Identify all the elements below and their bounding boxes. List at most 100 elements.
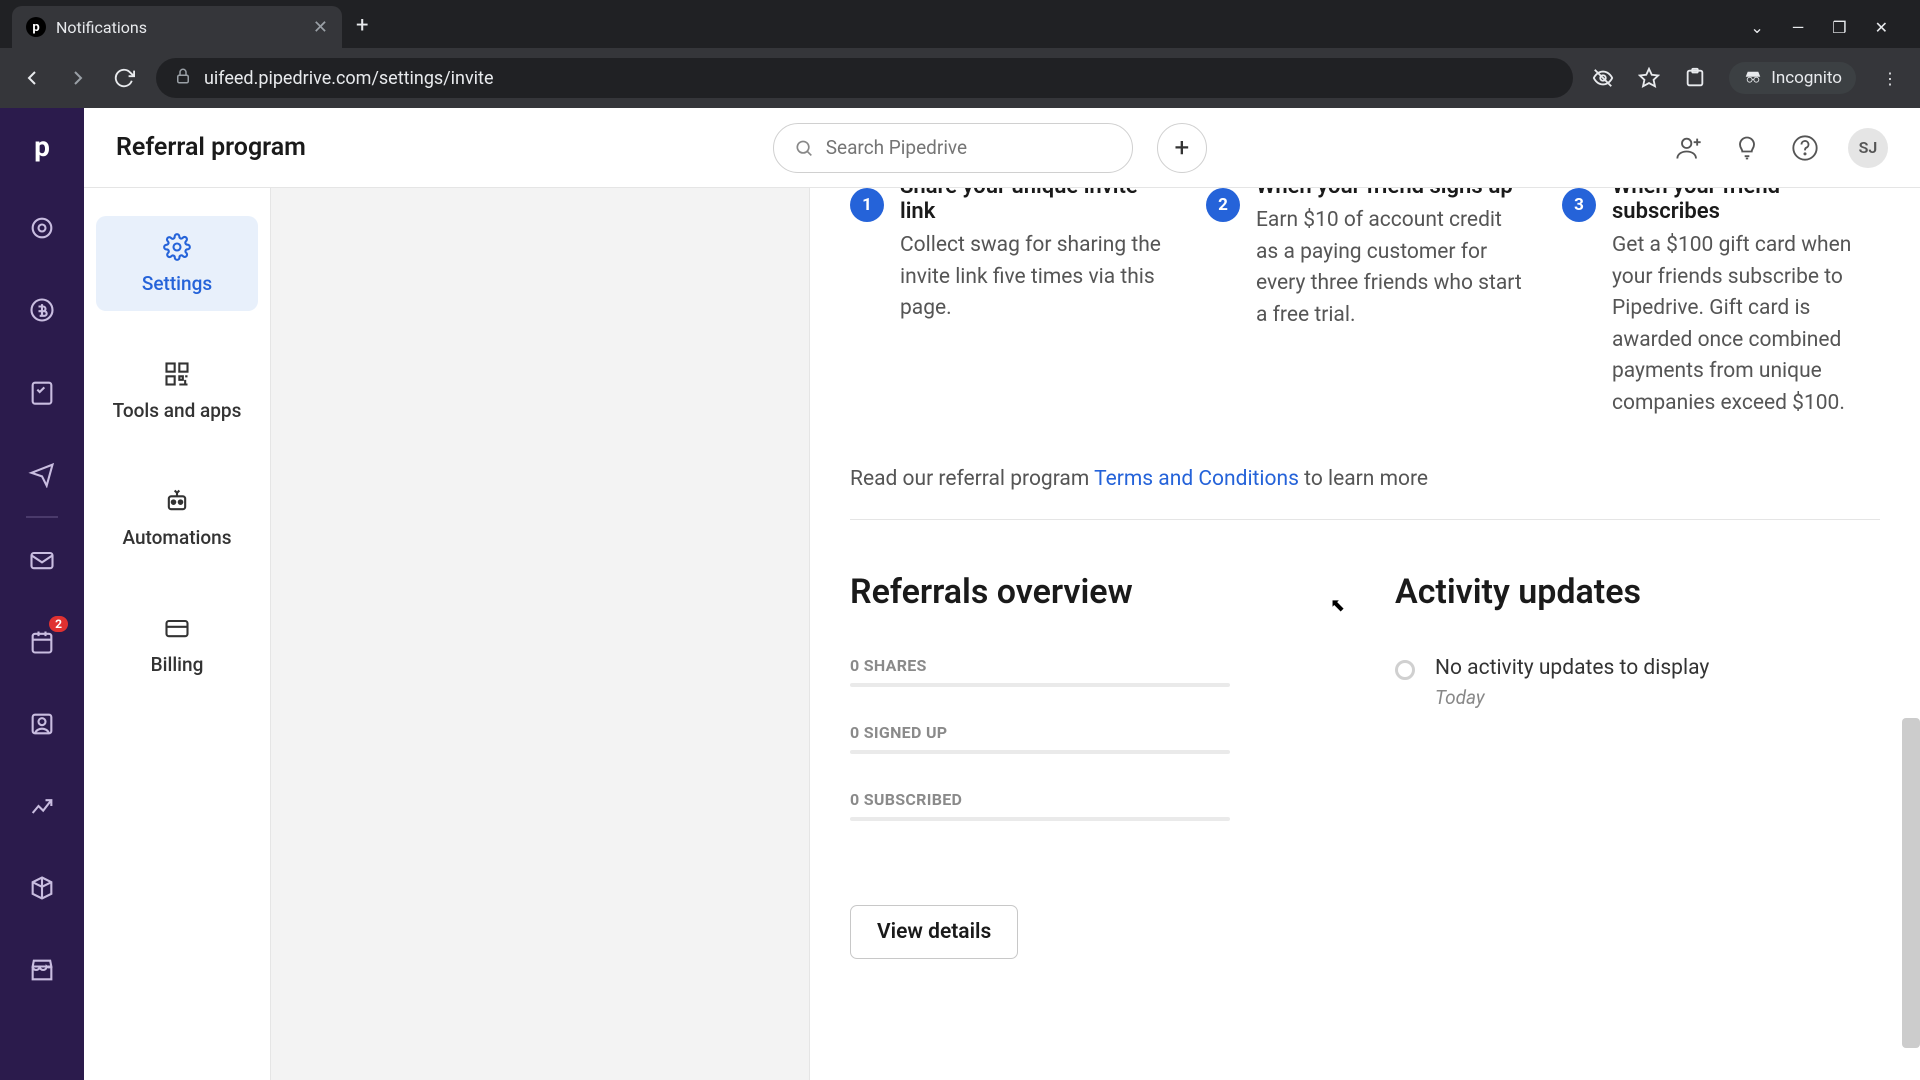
rail-item-leads[interactable] [22, 208, 62, 248]
url-field[interactable]: uifeed.pipedrive.com/settings/invite [156, 58, 1573, 98]
minimize-icon[interactable]: ― [1792, 18, 1805, 37]
stat-label: 0 SHARES [850, 656, 1335, 675]
sidebar-item-label: Automations [122, 526, 231, 549]
rail-item-projects[interactable] [22, 372, 62, 412]
step-title: Share your unique invite link [900, 188, 1168, 224]
rail-separator [26, 516, 58, 518]
search-input[interactable] [826, 136, 1112, 159]
browser-tab[interactable]: p Notifications ✕ [12, 6, 342, 48]
stat-shares: 0 SHARES [850, 656, 1335, 687]
forward-button[interactable] [64, 64, 92, 92]
stat-label: 0 SUBSCRIBED [850, 790, 1335, 809]
page-title: Referral program [116, 133, 306, 162]
spacer-column [270, 188, 810, 1080]
incognito-label: Incognito [1771, 68, 1842, 88]
browser-chrome: p Notifications ✕ + ⌄ ― ❐ ✕ uifeed.piped… [0, 0, 1920, 108]
extensions-icon[interactable] [1683, 66, 1707, 90]
close-tab-icon[interactable]: ✕ [313, 17, 328, 38]
activity-empty-text: No activity updates to display [1435, 656, 1709, 680]
step-title: When your friend signs up [1256, 188, 1524, 199]
sidebar-item-automations[interactable]: Automations [96, 470, 258, 565]
step-desc: Collect swag for sharing the invite link… [900, 230, 1168, 325]
address-bar: uifeed.pipedrive.com/settings/invite Inc… [0, 48, 1920, 108]
stat-bar [850, 750, 1230, 754]
stat-bar [850, 817, 1230, 821]
stat-subscribed: 0 SUBSCRIBED [850, 790, 1335, 821]
new-tab-button[interactable]: + [356, 13, 368, 38]
tabs-dropdown-icon[interactable]: ⌄ [1750, 18, 1763, 37]
sidebar-item-label: Settings [142, 272, 212, 295]
step-desc: Earn $10 of account credit as a paying c… [1256, 205, 1524, 331]
terms-pre: Read our referral program [850, 467, 1094, 491]
rail-badge: 2 [49, 616, 68, 632]
scrollbar[interactable] [1902, 718, 1920, 1048]
maximize-icon[interactable]: ❐ [1832, 18, 1846, 37]
main-panel: 1 Share your unique invite link Collect … [810, 188, 1920, 1080]
sidebar-item-label: Billing [151, 653, 204, 676]
step-badge: 2 [1206, 188, 1240, 222]
back-button[interactable] [18, 64, 46, 92]
incognito-badge[interactable]: Incognito [1729, 62, 1856, 94]
app-logo[interactable]: p [22, 126, 62, 166]
window-controls: ⌄ ― ❐ ✕ [1750, 6, 1908, 48]
rail-item-activities[interactable]: 2 [22, 622, 62, 662]
rail-item-campaigns[interactable] [22, 454, 62, 494]
steps-row: 1 Share your unique invite link Collect … [850, 188, 1880, 419]
url-text: uifeed.pipedrive.com/settings/invite [204, 68, 494, 89]
overview-heading: Referrals overview [850, 572, 1335, 612]
activity-item: No activity updates to display Today [1395, 656, 1880, 709]
invite-users-icon[interactable] [1674, 133, 1704, 163]
step-desc: Get a $100 gift card when your friends s… [1612, 230, 1880, 419]
qr-icon [162, 359, 192, 389]
tab-bar: p Notifications ✕ + ⌄ ― ❐ ✕ [0, 0, 1920, 48]
avatar[interactable]: SJ [1848, 128, 1888, 168]
view-details-button[interactable]: View details [850, 905, 1018, 959]
gear-icon [162, 232, 192, 262]
activity-dot-icon [1395, 660, 1415, 680]
rail-item-insights[interactable] [22, 786, 62, 826]
step-badge: 3 [1562, 188, 1596, 222]
assistant-icon[interactable] [1732, 133, 1762, 163]
activity-heading: Activity updates [1395, 572, 1880, 612]
step-title: When your friend subscribes [1612, 188, 1880, 224]
browser-menu-icon[interactable]: ⋮ [1878, 66, 1902, 90]
rail-item-marketplace[interactable] [22, 950, 62, 990]
step-2: 2 When your friend signs up Earn $10 of … [1206, 188, 1524, 419]
help-icon[interactable] [1790, 133, 1820, 163]
tab-title: Notifications [56, 18, 147, 37]
search-box[interactable] [773, 123, 1133, 173]
settings-sidebar: Settings Tools and apps Automations [84, 188, 270, 1080]
rail-item-deals[interactable] [22, 290, 62, 330]
activity-updates: Activity updates No activity updates to … [1395, 572, 1880, 959]
rail-item-mail[interactable] [22, 540, 62, 580]
tracking-protection-icon[interactable] [1591, 66, 1615, 90]
sidebar-item-billing[interactable]: Billing [96, 597, 258, 692]
step-1: 1 Share your unique invite link Collect … [850, 188, 1168, 419]
favicon-icon: p [26, 17, 46, 37]
activity-empty-sub: Today [1435, 686, 1709, 709]
stat-bar [850, 683, 1230, 687]
referrals-overview: Referrals overview 0 SHARES 0 SIGNED UP … [850, 572, 1335, 959]
rail-item-products[interactable] [22, 868, 62, 908]
step-3: 3 When your friend subscribes Get a $100… [1562, 188, 1880, 419]
terms-link[interactable]: Terms and Conditions [1094, 467, 1299, 491]
top-header: Referral program + SJ [84, 108, 1920, 188]
bookmark-star-icon[interactable] [1637, 66, 1661, 90]
lock-icon [174, 67, 192, 90]
left-rail: p 2 [0, 108, 84, 1080]
terms-post: to learn more [1299, 467, 1428, 491]
robot-icon [162, 486, 192, 516]
sidebar-item-settings[interactable]: Settings [96, 216, 258, 311]
add-button[interactable]: + [1157, 123, 1207, 173]
rail-item-contacts[interactable] [22, 704, 62, 744]
cursor-icon: ⬉ [1330, 595, 1345, 616]
close-window-icon[interactable]: ✕ [1875, 18, 1888, 37]
card-icon [162, 613, 192, 643]
avatar-initials: SJ [1859, 138, 1878, 157]
terms-line: Read our referral program Terms and Cond… [850, 467, 1880, 520]
stat-label: 0 SIGNED UP [850, 723, 1335, 742]
reload-button[interactable] [110, 64, 138, 92]
step-badge: 1 [850, 188, 884, 222]
search-icon [794, 137, 814, 159]
sidebar-item-tools[interactable]: Tools and apps [96, 343, 258, 438]
